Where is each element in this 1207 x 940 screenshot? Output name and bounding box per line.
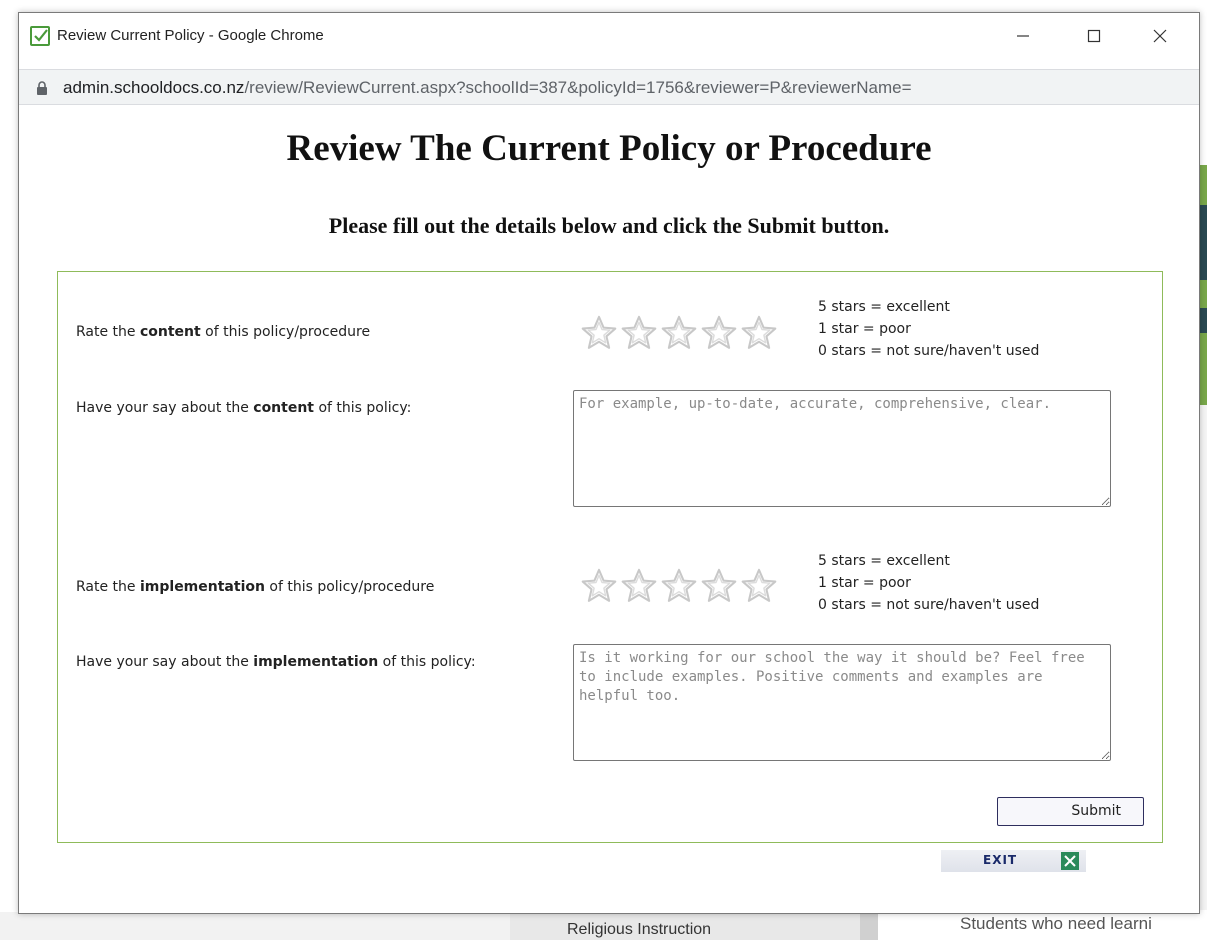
content-rating-label-bold: content [139,324,201,340]
star-icon[interactable] [740,314,778,352]
implementation-rating-label-bold: implementation [139,579,265,595]
background-green-block [1200,165,1207,205]
content-comment-label: Have your say about the content of this … [76,400,411,416]
star-icon[interactable] [700,314,738,352]
title-bar[interactable]: Review Current Policy - Google Chrome [19,13,1199,69]
window-title: Review Current Policy - Google Chrome [57,27,324,44]
legend-line-not-sure: 0 stars = not sure/haven't used [818,343,1040,359]
star-icon[interactable] [620,567,658,605]
content-comment-label-pre: Have your say about the [76,400,254,416]
implementation-comment-label-post: of this policy: [378,654,476,670]
content-rating-legend: 5 stars = excellent 1 star = poor 0 star… [818,296,1039,362]
star-icon[interactable] [620,314,658,352]
submit-button[interactable]: Submit [997,797,1144,826]
exit-x-icon[interactable] [1061,852,1079,870]
address-bar[interactable]: admin.schooldocs.co.nz/review/ReviewCurr… [19,69,1199,105]
star-icon[interactable] [580,314,618,352]
implementation-comment-input[interactable] [573,644,1111,761]
background-dark-block [1200,308,1207,333]
star-icon[interactable] [700,567,738,605]
implementation-star-rating[interactable] [580,567,778,605]
implementation-comment-label-bold: implementation [253,654,379,670]
content-rating-label-post: of this policy/procedure [200,324,371,340]
background-green-block [1200,333,1207,405]
implementation-rating-label-pre: Rate the [76,579,140,595]
background-dark-block [1200,205,1207,280]
page-title: Review The Current Policy or Procedure [286,128,932,169]
content-comment-label-bold: content [253,400,314,416]
content-rating-label-pre: Rate the [76,324,140,340]
lock-icon[interactable] [36,80,48,99]
popup-window: Review Current Policy - Google Chrome ad… [18,12,1200,914]
content-comment-label-post: of this policy: [314,400,412,416]
legend-line-poor: 1 star = poor [818,321,911,337]
legend-line-excellent: 5 stars = excellent [818,299,950,315]
background-page [0,0,1207,12]
implementation-rating-label: Rate the implementation of this policy/p… [76,579,434,595]
legend-line-excellent: 5 stars = excellent [818,553,950,569]
content-comment-input[interactable] [573,390,1111,507]
minimize-icon[interactable] [1000,21,1046,51]
content-star-rating[interactable] [580,314,778,352]
star-icon[interactable] [580,567,618,605]
background-green-block [1200,280,1207,308]
url-path: /review/ReviewCurrent.aspx?schoolId=387&… [244,78,912,97]
implementation-rating-label-post: of this policy/procedure [264,579,435,595]
check-icon [30,26,50,46]
page-subtitle: Please fill out the details below and cl… [328,213,890,238]
exit-button[interactable]: EXIT [941,850,1086,872]
star-icon[interactable] [660,314,698,352]
implementation-comment-label-pre: Have your say about the [76,654,254,670]
background-sidebar-item[interactable]: Religious Instruction [567,921,711,939]
url-text: admin.schooldocs.co.nz/review/ReviewCurr… [63,78,912,98]
review-form: Rate the content of this policy/procedur… [57,271,1163,843]
maximize-icon[interactable] [1071,21,1117,51]
legend-line-poor: 1 star = poor [818,575,911,591]
exit-label: EXIT [983,853,1018,867]
close-icon[interactable] [1137,21,1183,51]
star-icon[interactable] [740,567,778,605]
star-icon[interactable] [660,567,698,605]
content-rating-label: Rate the content of this policy/procedur… [76,324,370,340]
page-content: Review The Current Policy or Procedure P… [19,105,1199,915]
background-scrollbar [860,912,878,940]
legend-line-not-sure: 0 stars = not sure/haven't used [818,597,1040,613]
implementation-rating-legend: 5 stars = excellent 1 star = poor 0 star… [818,550,1039,616]
background-partial-text: Students who need learni [960,914,1152,933]
implementation-comment-label: Have your say about the implementation o… [76,654,476,670]
background-left-edge [0,0,16,940]
url-host: admin.schooldocs.co.nz [63,78,245,97]
